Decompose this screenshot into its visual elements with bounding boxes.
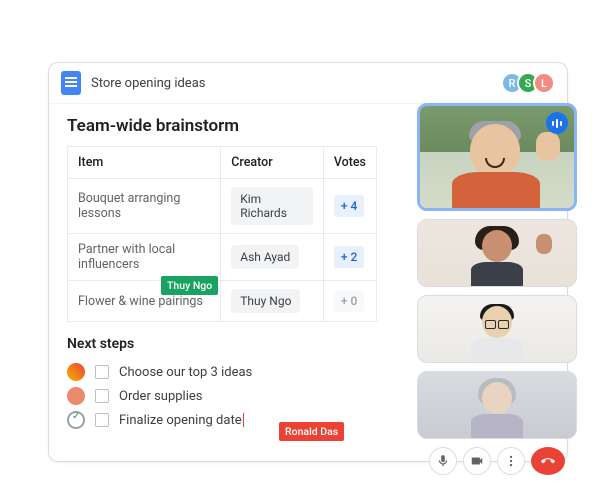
cell-votes: + 2 bbox=[323, 234, 376, 281]
assignee-icon bbox=[67, 387, 85, 405]
ideas-table[interactable]: Item Creator Votes Bouquet arranging les… bbox=[67, 146, 377, 322]
docs-icon bbox=[61, 71, 81, 95]
cell-creator: Kim Richards bbox=[221, 179, 324, 234]
creator-chip[interactable]: Thuy Ngo bbox=[231, 289, 300, 313]
meet-controls bbox=[417, 447, 577, 475]
table-row[interactable]: Bouquet arranging lessons Kim Richards +… bbox=[68, 179, 377, 234]
phone-icon bbox=[541, 454, 555, 468]
meet-panel bbox=[417, 103, 577, 475]
video-button[interactable] bbox=[463, 447, 491, 475]
checkmark-icon bbox=[67, 411, 85, 429]
vote-chip[interactable]: + 0 bbox=[334, 290, 364, 312]
participant-video bbox=[418, 220, 576, 286]
avatar[interactable]: L bbox=[533, 72, 555, 94]
creator-chip[interactable]: Kim Richards bbox=[231, 187, 313, 225]
step-label: Finalize opening date bbox=[119, 413, 242, 428]
col-votes: Votes bbox=[323, 147, 376, 179]
hangup-button[interactable] bbox=[531, 447, 565, 475]
col-item: Item bbox=[68, 147, 221, 179]
cell-text: Flower & wine pairings bbox=[78, 294, 203, 309]
collaborator-cursor-tag: Ronald Das bbox=[279, 422, 344, 441]
cell-item[interactable]: Partner with local influencers bbox=[68, 234, 221, 281]
mic-icon bbox=[436, 454, 450, 468]
checkbox[interactable] bbox=[95, 389, 109, 403]
document-title[interactable]: Store opening ideas bbox=[91, 76, 205, 91]
collaborator-cursor-tag: Thuy Ngo bbox=[161, 276, 218, 295]
video-tile[interactable] bbox=[417, 295, 577, 363]
cell-item[interactable]: Bouquet arranging lessons bbox=[68, 179, 221, 234]
col-creator: Creator bbox=[221, 147, 324, 179]
document-window: Store opening ideas R S L Team-wide brai… bbox=[48, 62, 568, 462]
more-button[interactable] bbox=[497, 447, 525, 475]
video-tile-active[interactable] bbox=[417, 103, 577, 211]
speaking-indicator-icon bbox=[546, 112, 568, 134]
checkbox[interactable] bbox=[95, 413, 109, 427]
cell-votes: + 0 bbox=[323, 281, 376, 322]
topbar: Store opening ideas R S L bbox=[49, 63, 567, 104]
cell-votes: + 4 bbox=[323, 179, 376, 234]
assignee-icon bbox=[67, 363, 85, 381]
mic-button[interactable] bbox=[429, 447, 457, 475]
more-icon bbox=[504, 454, 518, 468]
cell-creator: Ash Ayad bbox=[221, 234, 324, 281]
step-text[interactable]: Finalize opening date bbox=[119, 413, 244, 428]
cell-creator: Thuy Ngo bbox=[221, 281, 324, 322]
vote-chip[interactable]: + 2 bbox=[334, 246, 364, 268]
video-tile[interactable] bbox=[417, 371, 577, 439]
table-row[interactable]: Partner with local influencers Ash Ayad … bbox=[68, 234, 377, 281]
text-cursor bbox=[243, 413, 245, 427]
collaborator-avatars: R S L bbox=[507, 72, 555, 94]
checkbox[interactable] bbox=[95, 365, 109, 379]
video-icon bbox=[470, 454, 484, 468]
participant-video bbox=[418, 372, 576, 438]
participant-video bbox=[418, 296, 576, 362]
step-text[interactable]: Order supplies bbox=[119, 389, 202, 404]
video-tile[interactable] bbox=[417, 219, 577, 287]
step-text[interactable]: Choose our top 3 ideas bbox=[119, 365, 252, 380]
table-row[interactable]: Flower & wine pairings Thuy Ngo + 0 bbox=[68, 281, 377, 322]
vote-chip[interactable]: + 4 bbox=[334, 195, 364, 217]
creator-chip[interactable]: Ash Ayad bbox=[231, 245, 299, 269]
